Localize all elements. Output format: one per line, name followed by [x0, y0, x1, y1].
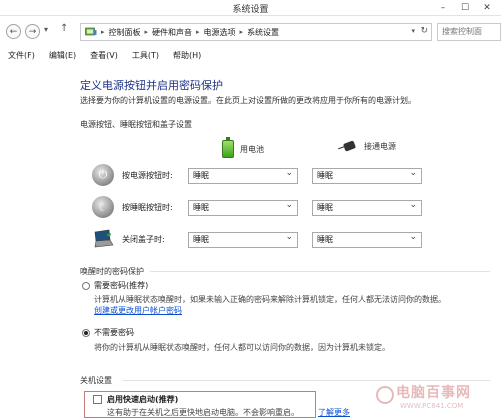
breadcrumb-separator[interactable]: ▸ [240, 28, 244, 36]
column-plugged: 接通电源 [336, 140, 396, 152]
column-battery-label: 用电池 [240, 144, 264, 154]
forward-button[interactable]: → [25, 24, 40, 39]
buttons-section-title: 电源按钮、睡眠按钮和盖子设置 [80, 120, 192, 129]
require-password-description: 计算机从睡眠状态唤醒时，如果未输入正确的密码来解除计算机锁定，任何人都无法访问你… [94, 295, 430, 304]
close-button[interactable]: ✕ [477, 1, 497, 14]
require-password-label[interactable]: 需要密码(推荐) [94, 280, 148, 291]
fast-startup-highlight: 启用快速启动(推荐) 这有助于在关机之后更快地启动电脑。不会影响重启。 [84, 391, 316, 418]
require-password-radio[interactable] [82, 282, 90, 290]
power-button-battery-select[interactable]: 睡眠 [188, 166, 298, 184]
breadcrumb-separator[interactable]: ▸ [145, 28, 149, 36]
site-watermark: 电脑百事网 WWW.PC841.COM [376, 380, 498, 418]
recent-pages-dropdown[interactable]: ▾ [44, 25, 48, 34]
sleep-button-label: 按睡眠按钮时: [122, 203, 173, 212]
window-controls: – ☐ ✕ [433, 1, 497, 14]
address-bar[interactable]: ▸ 控制面板 ▸ 硬件和声音 ▸ 电源选项 ▸ 系统设置 ▾ ↻ [80, 23, 432, 41]
sleep-icon: ☾ [92, 196, 114, 218]
fast-startup-checkbox[interactable] [93, 395, 102, 404]
sleep-button-plugged-select[interactable]: 睡眠 [312, 198, 422, 216]
lid-close-plugged-select[interactable]: 睡眠 [312, 230, 422, 248]
watermark-logo-icon [376, 386, 394, 404]
shutdown-section-title: 关机设置 [80, 376, 112, 385]
breadcrumb-separator[interactable]: ▸ [196, 28, 200, 36]
menu-file[interactable]: 文件(F) [8, 50, 35, 61]
breadcrumb-system-settings[interactable]: 系统设置 [247, 27, 279, 38]
plug-icon [336, 140, 358, 152]
menu-help[interactable]: 帮助(H) [173, 50, 201, 61]
column-plugged-label: 接通电源 [364, 141, 396, 151]
lid-close-battery-select[interactable]: 睡眠 [188, 230, 298, 248]
control-panel-icon [85, 27, 97, 36]
breadcrumb-separator: ▸ [101, 28, 105, 36]
menu-bar: 文件(F) 编辑(E) 查看(V) 工具(T) 帮助(H) [0, 46, 501, 64]
sleep-button-row: ☾ 按睡眠按钮时: 睡眠 睡眠 [92, 196, 442, 220]
fast-startup-label[interactable]: 启用快速启动(推荐) [107, 394, 178, 405]
minimize-button[interactable]: – [433, 1, 453, 14]
search-input[interactable]: 搜索控制面 [437, 23, 501, 41]
fast-startup-description: 这有助于在关机之后更快地启动电脑。不会影响重启。 [107, 408, 299, 417]
refresh-icon[interactable]: ↻ [420, 26, 428, 36]
password-section-title: 唤醒时的密码保护 [80, 267, 144, 276]
menu-view[interactable]: 查看(V) [90, 50, 118, 61]
window-title: 系统设置 [232, 5, 269, 15]
lid-close-label: 关闭盖子时: [122, 235, 165, 244]
main-content: 定义电源按钮并启用密码保护 选择要为你的计算机设置的电源设置。在此页上对设置所做… [0, 64, 501, 420]
laptop-lid-icon [92, 228, 114, 250]
breadcrumb-power-options[interactable]: 电源选项 [204, 27, 236, 38]
sleep-button-battery-select[interactable]: 睡眠 [188, 198, 298, 216]
title-bar: 系统设置 – ☐ ✕ [0, 0, 501, 16]
learn-more-link[interactable]: 了解更多 [318, 407, 350, 418]
breadcrumb-control-panel[interactable]: 控制面板 [109, 27, 141, 38]
no-password-radio[interactable] [82, 329, 90, 337]
address-history-dropdown[interactable]: ▾ [411, 27, 415, 35]
require-password-description-cont: 据。 [430, 295, 446, 304]
power-button-label: 按电源按钮时: [122, 171, 173, 180]
column-battery: 用电池 [222, 137, 264, 158]
address-toolbar: ← → ▾ ↑ ▸ 控制面板 ▸ 硬件和声音 ▸ 电源选项 ▸ 系统设置 ▾ ↻… [0, 16, 501, 46]
power-button-plugged-select[interactable]: 睡眠 [312, 166, 422, 184]
watermark-text: 电脑百事网 [396, 385, 471, 401]
no-password-description: 将你的计算机从睡眠状态唤醒时，任何人都可以访问你的数据，因为计算机未锁定。 [94, 343, 390, 352]
back-button[interactable]: ← [6, 24, 21, 39]
menu-tools[interactable]: 工具(T) [132, 50, 159, 61]
menu-edit[interactable]: 编辑(E) [49, 50, 76, 61]
lid-close-row: 关闭盖子时: 睡眠 睡眠 [92, 228, 442, 252]
no-password-label[interactable]: 不需要密码 [94, 327, 134, 338]
page-title: 定义电源按钮并启用密码保护 [80, 79, 223, 92]
power-button-row: ⏻ 按电源按钮时: 睡眠 睡眠 [92, 164, 442, 188]
maximize-button[interactable]: ☐ [455, 1, 475, 14]
breadcrumb-hardware-sound[interactable]: 硬件和声音 [152, 27, 192, 38]
power-icon: ⏻ [92, 164, 114, 186]
page-description: 选择要为你的计算机设置的电源设置。在此页上对设置所做的更改将应用于你所有的电源计… [80, 96, 416, 105]
watermark-url: WWW.PC841.COM [400, 402, 464, 410]
up-button[interactable]: ↑ [60, 23, 68, 34]
battery-icon [222, 137, 234, 158]
change-password-link[interactable]: 创建或更改用户帐户密码 [94, 305, 182, 316]
section-divider [150, 271, 490, 272]
